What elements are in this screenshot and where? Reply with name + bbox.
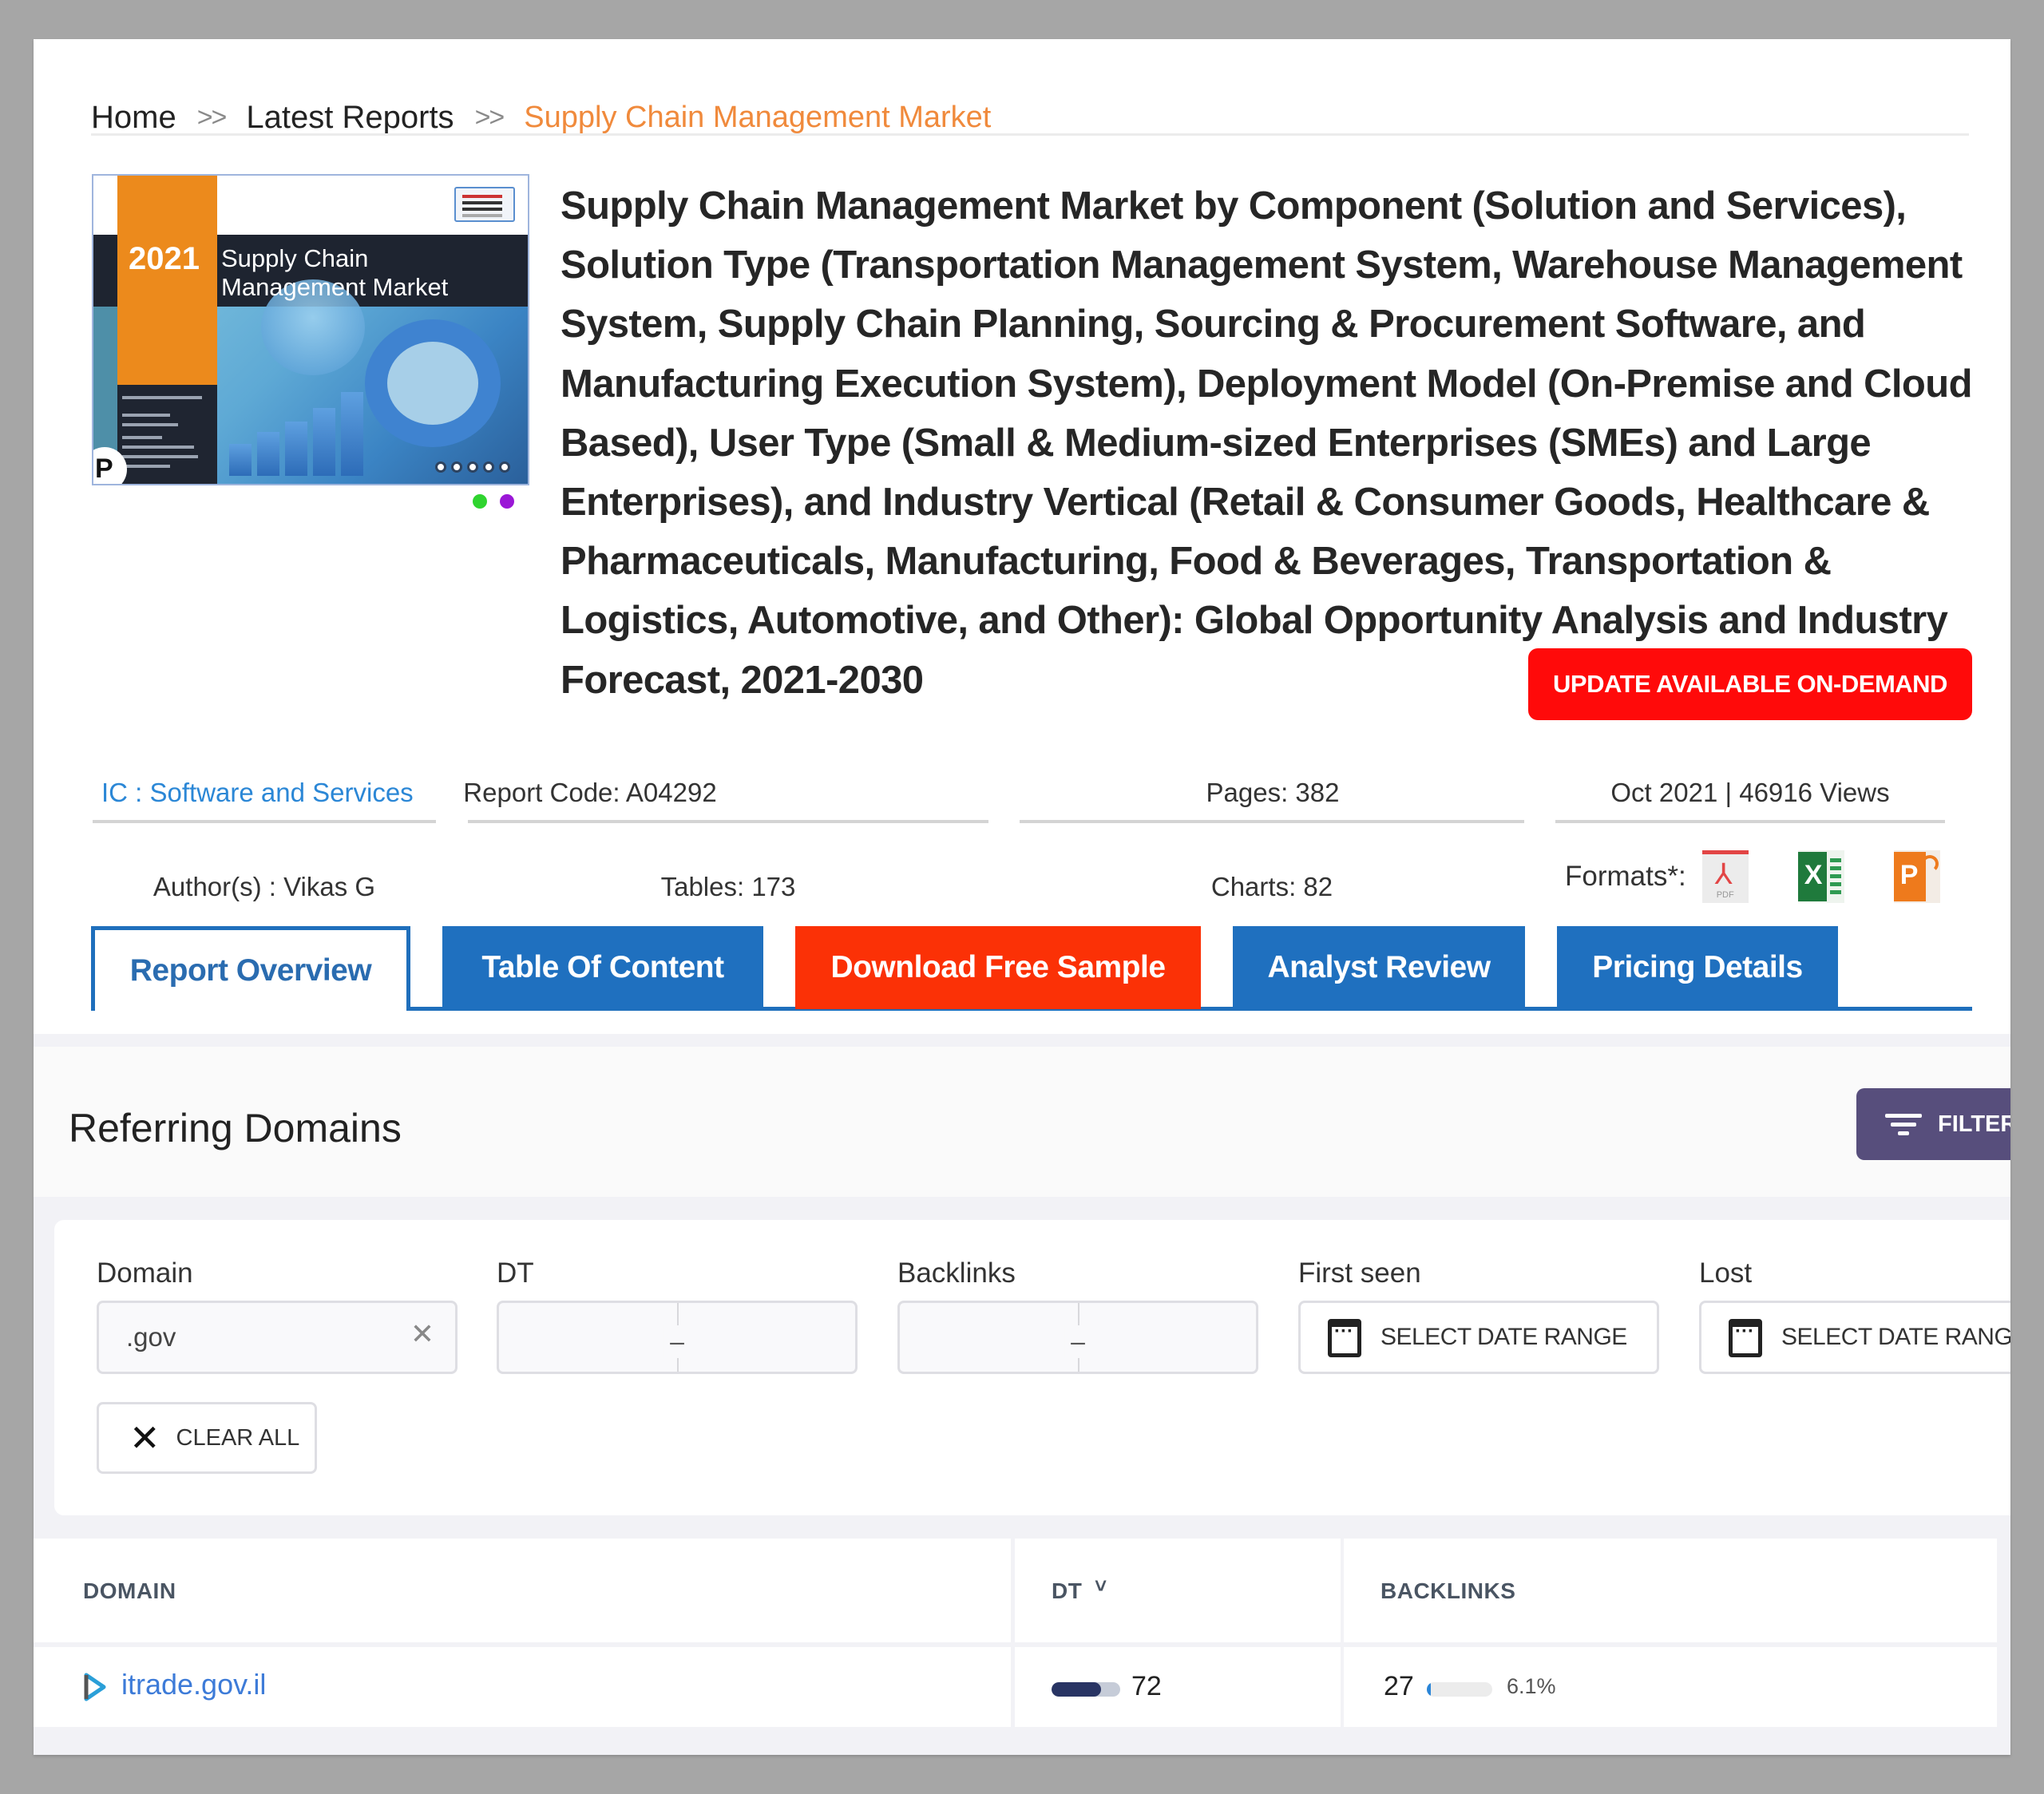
publisher-logo [454,187,515,222]
dt-cell: 72 [1015,1647,1341,1727]
social-icon [435,461,446,473]
close-icon: ✕ [129,1417,160,1459]
first-seen-filter-label: First seen [1298,1257,1421,1289]
meta-divider [1020,820,1524,823]
calendar-icon [1729,1319,1762,1357]
backlinks-cell: 27 6.1% [1344,1647,1997,1727]
tab-download-free-sample[interactable]: Download Free Sample [795,926,1201,1009]
filter-icon [1885,1111,1922,1138]
backlinks-percent: 6.1% [1507,1674,1556,1698]
report-tabs: Report Overview Table Of Content Downloa… [91,926,1972,1011]
table-row: itrade.gov.il [34,1647,1011,1727]
dt-value: 72 [1131,1671,1162,1701]
breadcrumb-separator: >> [474,102,505,133]
cover-bar-graphic [313,408,335,476]
cover-social-icons [435,461,510,473]
sort-chevron-down-icon[interactable]: ˅ [1095,1574,1107,1598]
domain-filter-label: Domain [97,1257,193,1289]
domain-filter-value: .gov [126,1322,176,1352]
date-and-views: Oct 2021 | 46916 Views [1610,778,1890,807]
first-seen-date-range-button[interactable]: SELECT DATE RANGE [1298,1301,1659,1374]
column-header-domain: DOMAIN [34,1539,1011,1642]
social-icon [467,461,478,473]
cover-year: 2021 [129,241,200,276]
table-count: Tables: 173 [660,872,796,901]
breadcrumb-divider [91,133,1969,136]
cover-ring-graphic [365,319,501,447]
dt-filter-label: DT [497,1257,534,1289]
cover-bar-graphic [341,392,363,476]
breadcrumb: Home >> Latest Reports >> Supply Chain M… [91,100,991,136]
column-header-backlinks: BACKLINKS [1344,1539,1997,1642]
meta-divider [93,820,436,823]
backlinks-progress-bar [1427,1682,1492,1697]
meta-divider [1555,820,1945,823]
calendar-icon [1328,1319,1361,1357]
clear-input-icon[interactable]: ✕ [410,1317,434,1351]
carousel-dot[interactable] [500,494,514,509]
backlinks-filter-label: Backlinks [897,1257,1016,1289]
pdf-icon[interactable]: ⅄ PDF [1701,850,1749,903]
powerpoint-icon[interactable]: P [1893,850,1940,903]
dt-range-input[interactable]: – [497,1301,858,1374]
social-icon [451,461,462,473]
tab-table-of-content[interactable]: Table Of Content [442,926,763,1009]
social-icon [483,461,494,473]
cover-bar-graphic [257,432,279,476]
domain-favicon-icon [84,1673,106,1701]
breadcrumb-current: Supply Chain Management Market [524,101,992,134]
breadcrumb-latest-reports[interactable]: Latest Reports [246,100,454,136]
lost-date-range-button[interactable]: SELECT DATE RANGE [1699,1301,2010,1374]
carousel-dots [473,494,514,509]
tab-pricing-details[interactable]: Pricing Details [1557,926,1838,1009]
meta-divider [468,820,988,823]
dt-progress-bar [1052,1682,1120,1697]
cover-bar-graphic [285,422,307,476]
clear-all-button[interactable]: ✕ CLEAR ALL [97,1402,317,1474]
cover-title: Supply Chain Management Market [221,244,449,301]
page-count: Pages: 382 [1206,778,1340,807]
cover-bar-graphic [229,444,252,476]
domain-filter-input[interactable]: .gov ✕ [97,1301,458,1374]
breadcrumb-home[interactable]: Home [91,100,176,136]
formats-label: Formats*: [1565,861,1686,892]
chart-count: Charts: 82 [1210,872,1333,901]
report-title: Supply Chain Management Market by Compon… [561,184,1973,702]
backlinks-value: 27 [1384,1671,1414,1701]
page-card: Home >> Latest Reports >> Supply Chain M… [34,39,2010,1755]
report-code: Report Code: A04292 [463,778,717,807]
filter-button[interactable]: FILTER [1856,1088,2010,1160]
excel-icon[interactable]: X [1797,850,1844,903]
carousel-dot[interactable] [473,494,487,509]
domain-link[interactable]: itrade.gov.il [121,1668,266,1701]
author: Author(s) : Vikas G [153,872,376,901]
social-icon [499,461,510,473]
formats: Formats*: ⅄ PDF X P [1565,850,1990,903]
update-available-button[interactable]: UPDATE AVAILABLE ON-DEMAND [1528,648,1972,720]
tab-report-overview[interactable]: Report Overview [91,926,410,1011]
report-cover-image[interactable]: 2021 Supply Chain Management Market P [92,174,529,485]
backlinks-range-input[interactable]: – [897,1301,1258,1374]
column-header-dt[interactable]: DT ˅ [1015,1539,1341,1642]
tab-analyst-review[interactable]: Analyst Review [1233,926,1525,1009]
breadcrumb-separator: >> [196,102,228,133]
section-title: Referring Domains [69,1106,402,1150]
lost-filter-label: Lost [1699,1257,1753,1289]
